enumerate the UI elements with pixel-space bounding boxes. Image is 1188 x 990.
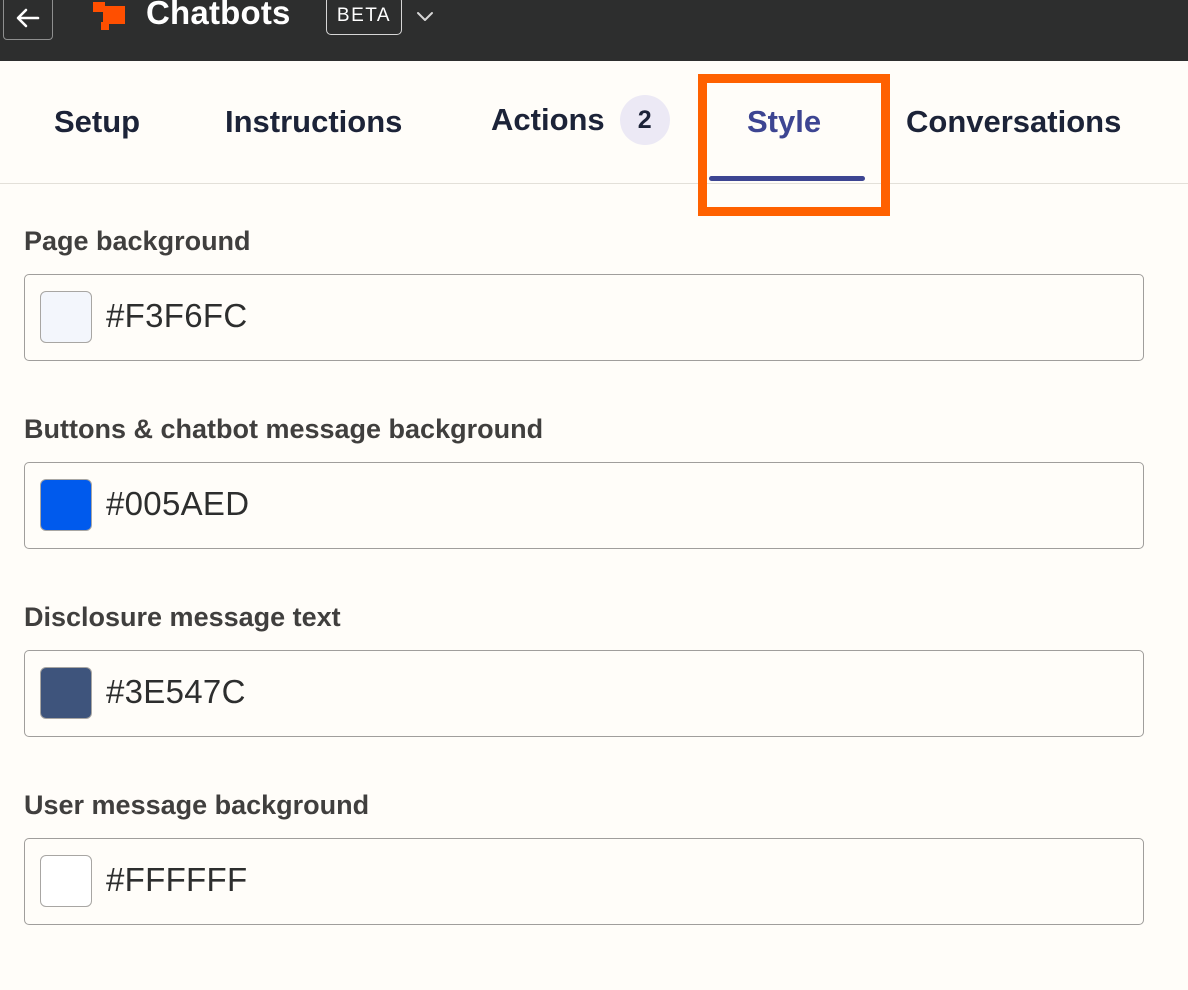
active-tab-indicator [709,176,865,181]
buttons-background-label: Buttons & chatbot message background [24,414,544,444]
buttons-background-field[interactable]: #005AED [24,462,1144,549]
color-swatch[interactable] [40,855,92,907]
zapier-chatbot-logo [93,2,125,30]
user-message-background-field[interactable]: #FFFFFF [24,838,1144,925]
tab-label: Conversations [906,104,1122,139]
page-background-label: Page background [24,226,251,256]
color-swatch[interactable] [40,291,92,343]
tab-instructions[interactable]: Instructions [225,61,402,183]
tab-conversations[interactable]: Conversations [906,61,1121,183]
tab-label: Instructions [225,104,403,139]
app-title: Chatbots [146,0,291,31]
beta-badge: BETA [326,0,402,35]
page-background-field[interactable]: #F3F6FC [24,274,1144,361]
tab-label: Actions [491,102,605,137]
actions-count-badge: 2 [619,95,670,145]
disclosure-text-field[interactable]: #3E547C [24,650,1144,737]
top-bar: Chatbots BETA [0,0,1188,61]
color-swatch[interactable] [40,479,92,531]
tab-label: Setup [54,104,141,139]
chevron-down-icon[interactable] [416,10,434,22]
tab-setup[interactable]: Setup [54,61,140,183]
hex-value: #3E547C [106,673,246,710]
hex-value: #F3F6FC [106,297,248,334]
hex-value: #005AED [106,485,250,522]
tab-style[interactable]: Style [747,61,821,183]
tab-actions[interactable]: Actions 2 [491,59,670,181]
user-message-background-label: User message background [24,790,370,820]
arrow-left-icon [16,8,40,28]
disclosure-text-label: Disclosure message text [24,602,341,632]
tab-label: Style [747,104,822,139]
back-button[interactable] [3,0,53,40]
tab-bar: Setup Instructions Actions 2 Style Conve… [0,61,1188,184]
hex-value: #FFFFFF [106,861,248,898]
color-swatch[interactable] [40,667,92,719]
